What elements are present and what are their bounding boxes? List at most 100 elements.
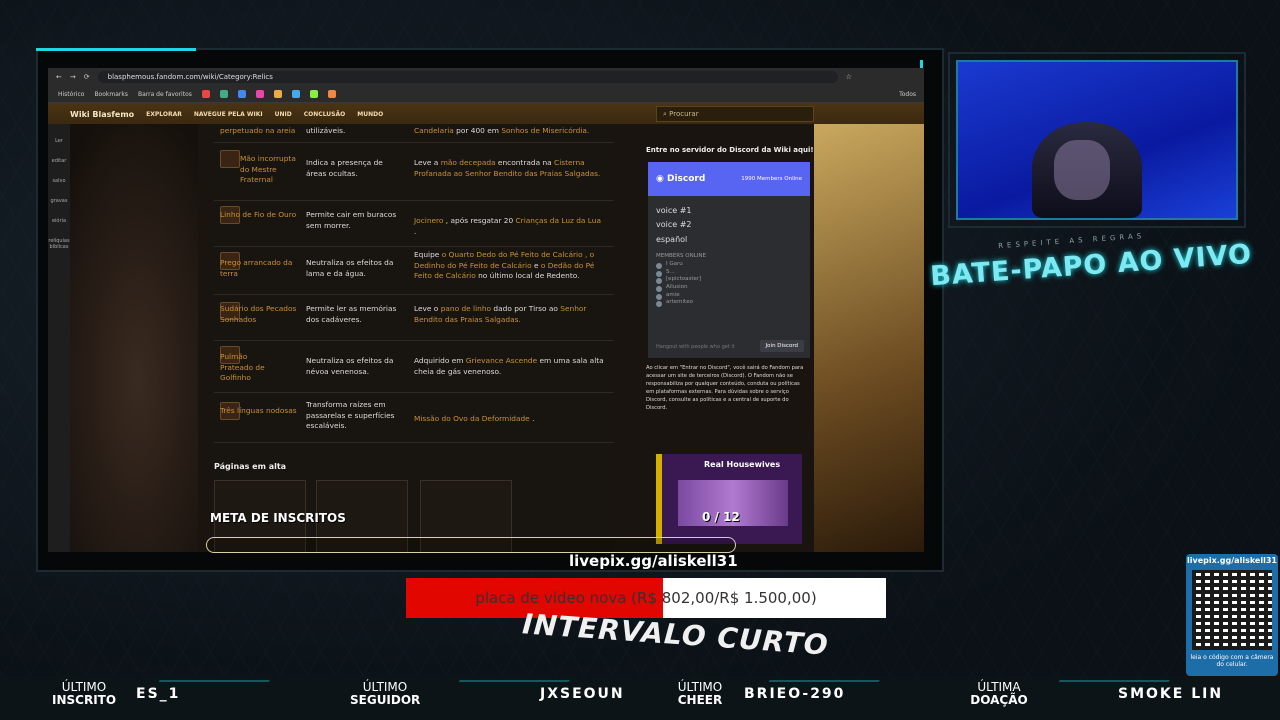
relic-link[interactable]: mão decepada [441, 158, 496, 167]
discord-members: MEMBERS ONLINE I Garu S... [epictoaster]… [656, 253, 802, 307]
url-input[interactable]: blasphemous.fandom.com/wiki/Category:Rel… [97, 71, 838, 83]
relic-obtain-text: e [531, 260, 541, 270]
discord-logo-icon: ◉ [656, 174, 667, 184]
discord-members-label: MEMBERS ONLINE [656, 253, 706, 260]
discord-member: artemiteo [656, 299, 802, 307]
relic-name[interactable]: Três línguas nodosas [220, 406, 300, 417]
bookmark-icon[interactable] [219, 90, 228, 98]
wiki-content: Ler editar salvo gravas eiória relíquias… [48, 124, 924, 552]
trending-pages-title: Páginas em alta [214, 462, 287, 471]
discord-member: Allusion [656, 284, 802, 292]
forward-icon[interactable]: → [70, 73, 76, 81]
search-placeholder: Procurar [669, 110, 699, 118]
join-discord-button[interactable]: Join Discord [759, 340, 804, 352]
sidebar-salvo[interactable]: salvo [48, 178, 70, 184]
discord-member: amie [656, 292, 802, 300]
relic-obtain-text: Equipe [414, 250, 442, 259]
bookmark-icon[interactable] [201, 90, 210, 98]
table-row: Mão incorrupta do Mestre Fraternal Indic… [214, 144, 614, 201]
relic-obtain-text: . [529, 414, 535, 423]
discord-channel[interactable]: español [656, 233, 802, 247]
star-icon[interactable]: ☆ [846, 73, 852, 81]
bookmark-todos[interactable]: Todos [899, 91, 916, 98]
sidebar-gravas[interactable]: gravas [48, 198, 70, 204]
bookmarks-bar: Histórico Bookmarks Barra de favoritos T… [48, 86, 924, 103]
relic-effect: Neutraliza os efeitos da névoa venenosa. [306, 356, 394, 376]
bookmark-icon[interactable] [237, 90, 246, 98]
back-icon[interactable]: ← [56, 73, 62, 81]
discord-channel[interactable]: voice #1 [656, 204, 802, 218]
stat-label-top: ÚLTIMO [362, 680, 408, 694]
sidebar-eioria[interactable]: eiória [48, 218, 70, 224]
bookmark-icon[interactable] [273, 90, 282, 98]
bookmark-icon[interactable] [327, 90, 336, 98]
relic-obtain-text: Leve o [414, 304, 441, 313]
bookmark-favoritos[interactable]: Barra de favoritos [138, 91, 192, 98]
donation-goal-text: placa de video nova (R$ 802,00/R$ 1.500,… [475, 589, 817, 607]
relic-link[interactable]: Jocinero [414, 216, 443, 225]
nav-conclusao[interactable]: CONCLUSÃO [304, 111, 345, 118]
relic-link[interactable]: ao Senhor Bendito das Praias Salgadas. [451, 169, 601, 178]
bookmark-historico[interactable]: Histórico [58, 91, 84, 98]
stat-last-follower-value: JXSEOUN [540, 686, 625, 702]
discord-member: S... [656, 269, 802, 277]
sidebar-editar[interactable]: editar [48, 158, 70, 164]
ad-title: Real Housewives [704, 460, 781, 469]
relic-name[interactable]: Linho de Fio de Ouro [220, 210, 300, 221]
relic-obtain-text: dado por Tirso ao [491, 304, 561, 313]
relic-obtain-text: encontrada na [495, 158, 555, 167]
relic-link[interactable]: Candelaria [414, 126, 454, 135]
stat-label-top: ÚLTIMO [677, 680, 723, 694]
relic-hand-icon [220, 150, 240, 168]
advertisement[interactable]: Real Housewives [656, 454, 802, 544]
table-row: perpetuado na areia utilizáveis. Candela… [214, 124, 614, 143]
relic-link[interactable]: Sonhos de Misericórdia. [501, 126, 589, 135]
relic-obtain-text: , após resgatar 20 [443, 216, 516, 225]
relic-obtain-text: Leve a [414, 158, 441, 167]
relic-name[interactable]: Mão incorrupta do Mestre Fraternal [240, 154, 300, 186]
relic-effect: Neutraliza os efeitos da lama e da água. [306, 258, 394, 278]
donation-goal-bar: placa de video nova (R$ 802,00/R$ 1.500,… [406, 578, 886, 618]
stat-last-follower-label: ÚLTIMO SEGUIDOR [350, 680, 421, 708]
relic-name[interactable]: perpetuado na areia [220, 126, 295, 137]
nav-mundo[interactable]: MUNDO [357, 111, 383, 118]
stat-last-cheer-value: BRIEO-290 [744, 686, 846, 702]
relic-effect: Transforma raízes em passarelas e superf… [306, 400, 395, 431]
discord-disclaimer: Ao clicar em "Entrar no Discord", você s… [646, 365, 804, 412]
nav-explorar[interactable]: EXPLORAR [146, 111, 182, 118]
relic-name[interactable]: Sudário dos Pecados Sonhados [220, 304, 300, 325]
relic-obtain-text: Adquirido em [414, 356, 466, 365]
sidebar-ler[interactable]: Ler [48, 138, 70, 144]
bookmark-bookmarks[interactable]: Bookmarks [94, 91, 128, 98]
discord-channel[interactable]: voice #2 [656, 218, 802, 232]
relic-link[interactable]: pano de linho [441, 304, 491, 313]
reload-icon[interactable]: ⟳ [84, 73, 90, 81]
table-row: Prego arrancado da terra Neutraliza os e… [214, 248, 614, 295]
sub-goal-value: 0 / 12 [702, 510, 740, 524]
table-row: Sudário dos Pecados Sonhados Permite ler… [214, 296, 614, 341]
address-bar-row: ← → ⟳ blasphemous.fandom.com/wiki/Catego… [48, 68, 924, 86]
relic-link[interactable]: Missão do Ovo da Deformidade [414, 414, 530, 423]
stat-last-cheer-label: ÚLTIMO CHEER [672, 680, 728, 707]
stat-last-donation-value: SMOKE LIN [1118, 686, 1224, 702]
bookmark-icon[interactable] [255, 90, 264, 98]
relic-effect: utilizáveis. [306, 126, 346, 135]
sub-goal-label: META DE INSCRITOS [210, 511, 346, 525]
wiki-nav: Wiki Blasfemo EXPLORAR NAVEGUE PELA WIKI… [48, 103, 924, 125]
bookmark-icon[interactable] [309, 90, 318, 98]
sidebar-reliquias[interactable]: relíquias bíblicas [48, 238, 70, 250]
wiki-brand[interactable]: Wiki Blasfemo [70, 110, 134, 119]
relic-link[interactable]: Grievance Ascende [466, 356, 537, 365]
background-art-right [814, 124, 924, 552]
relic-name[interactable]: Prego arrancado da terra [220, 258, 300, 279]
wiki-search-input[interactable]: ⌕ Procurar [656, 106, 814, 122]
bookmark-icon[interactable] [291, 90, 300, 98]
discord-member: [epictoaster] [656, 276, 802, 284]
stat-label-bottom: SEGUIDOR [350, 693, 421, 708]
nav-unid[interactable]: UNID [275, 111, 292, 118]
relic-name[interactable]: Pulmão Prateado de Golfinho [220, 352, 280, 384]
nav-navegue[interactable]: NAVEGUE PELA WIKI [194, 111, 263, 118]
discord-invite-title: Entre no servidor do Discord da Wiki aqu… [646, 146, 814, 154]
relic-link[interactable]: Crianças da Luz da Lua [516, 216, 602, 225]
stat-last-donation-label: ÚLTIMA DOAÇÃO [966, 680, 1032, 707]
